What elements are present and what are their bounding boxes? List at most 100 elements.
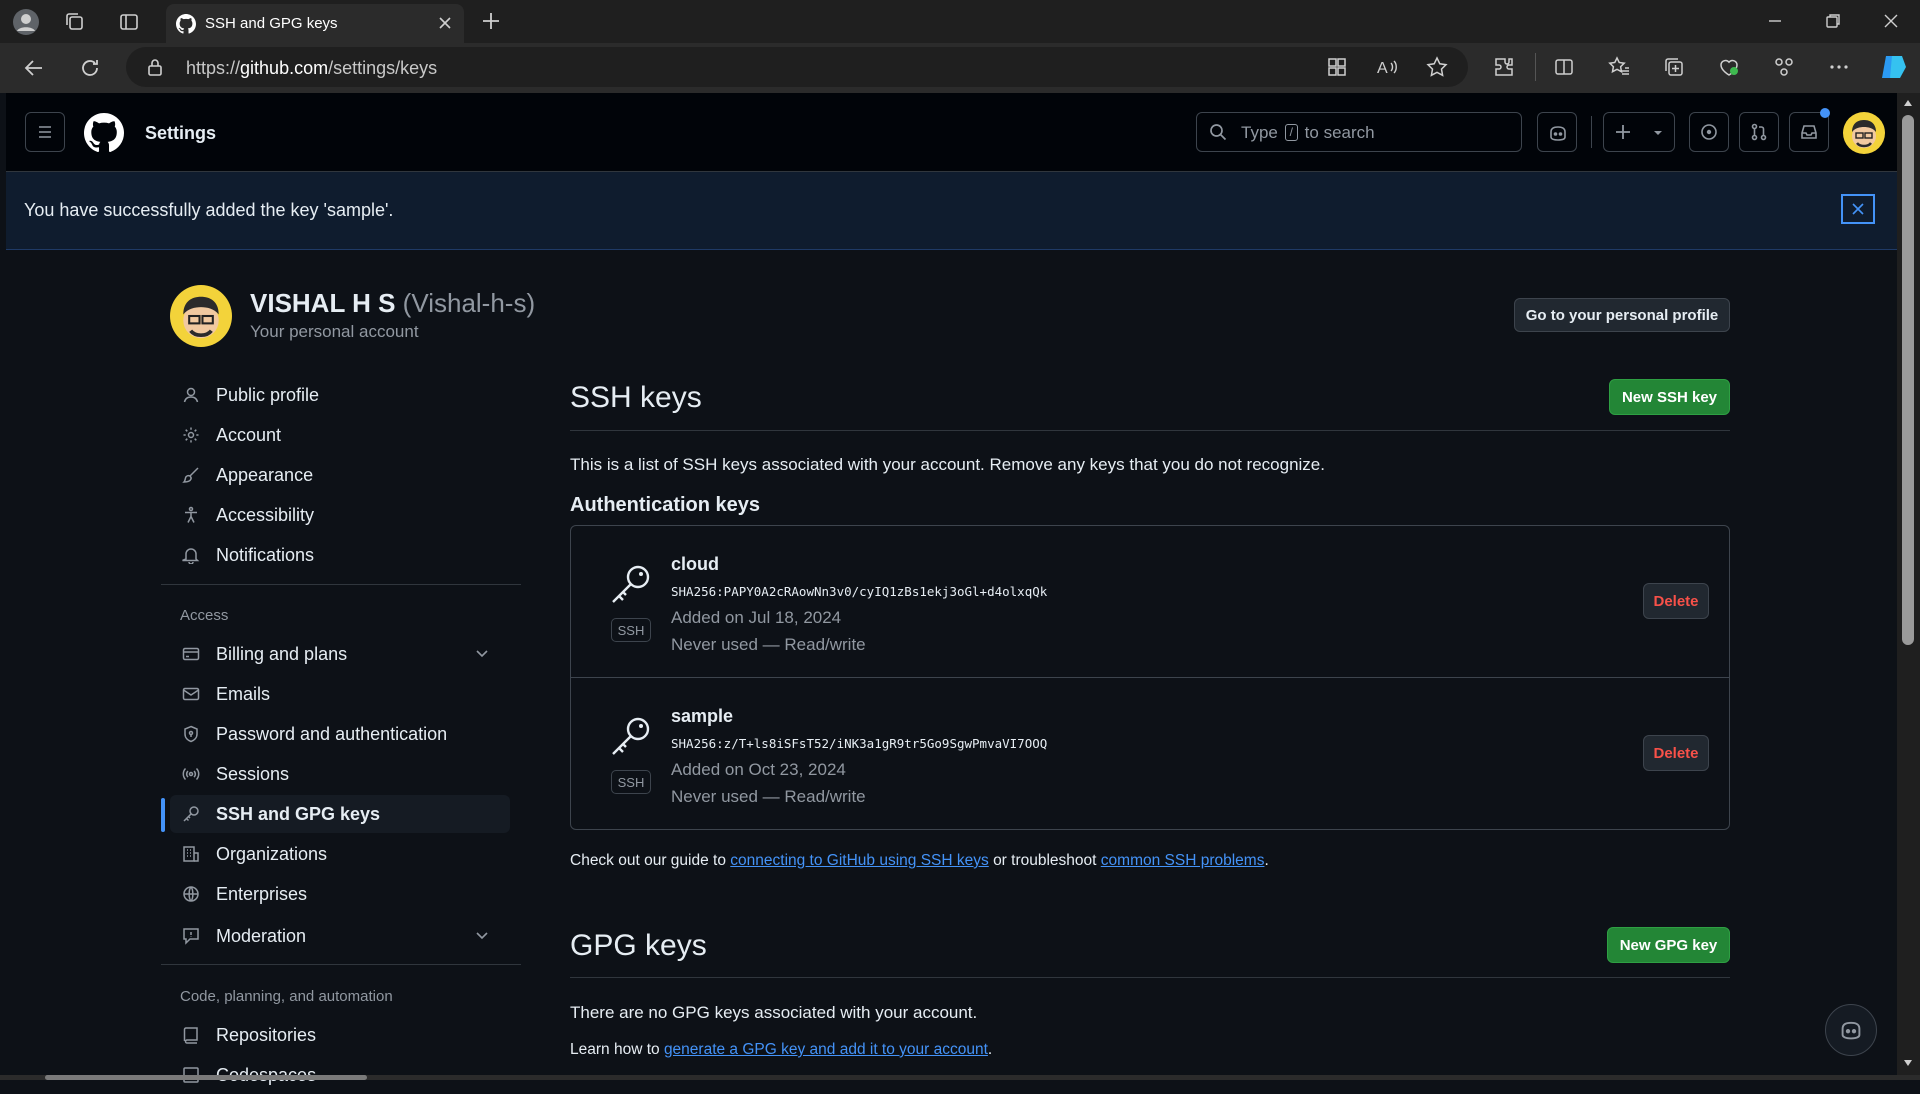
create-new-button[interactable] [1603, 112, 1675, 152]
key-icon [609, 562, 653, 606]
close-tab-icon[interactable] [436, 14, 454, 32]
scroll-down-icon [1904, 1060, 1912, 1066]
sidebar-item-sessions[interactable]: Sessions [170, 755, 510, 793]
flash-message: You have successfully added the key 'sam… [24, 200, 394, 220]
profile-subtitle: Your personal account [250, 322, 419, 341]
caret-down-icon [1654, 131, 1662, 135]
sidebar-item-ssh-gpg-keys[interactable]: SSH and GPG keys [170, 795, 510, 833]
gpg-heading-divider [570, 977, 1730, 978]
chevron-down-icon[interactable] [474, 927, 490, 943]
inbox-button[interactable] [1789, 108, 1830, 152]
browser-essentials-icon[interactable] [1718, 56, 1740, 78]
repo-icon [180, 1024, 202, 1046]
new-ssh-key-button[interactable]: New SSH key [1609, 379, 1730, 415]
copilot-icon [1841, 1021, 1861, 1040]
scrollbar-thumb[interactable] [1902, 115, 1914, 645]
gpg-learn-text: Learn how to generate a GPG key and add … [570, 1041, 993, 1058]
url-text: https://github.com/settings/keys [186, 58, 438, 78]
copilot-button[interactable] [1537, 112, 1577, 152]
back-icon[interactable] [22, 56, 46, 80]
horizontal-scrollbar[interactable] [0, 1075, 1920, 1080]
sidebar-item-account[interactable]: Account [170, 416, 510, 454]
issues-button[interactable] [1689, 112, 1729, 152]
scroll-up-icon [1904, 100, 1912, 106]
profile-icon[interactable] [12, 8, 40, 36]
tab-ssh-gpg-keys[interactable]: SSH and GPG keys [166, 4, 464, 43]
key-title: cloud [671, 554, 719, 574]
address-bar[interactable]: https://github.com/settings/keys A [126, 47, 1468, 87]
person-icon [180, 384, 202, 406]
restore-icon[interactable] [1824, 12, 1842, 30]
close-window-icon[interactable] [1882, 12, 1900, 30]
sidebar-item-public-profile[interactable]: Public profile [170, 376, 510, 414]
go-to-profile-button[interactable]: Go to your personal profile [1514, 298, 1730, 332]
page-scrollbar[interactable] [1897, 93, 1920, 1080]
new-gpg-key-button[interactable]: New GPG key [1607, 927, 1730, 963]
ssh-description: This is a list of SSH keys associated wi… [570, 455, 1325, 474]
flash-close-button[interactable] [1841, 194, 1875, 224]
ssh-key-row: SSH sample SHA256:z/T+ls8iSFsT52/iNK3a1g… [571, 678, 1729, 828]
search-input[interactable]: Type / to search [1196, 112, 1522, 152]
pull-requests-button[interactable] [1739, 112, 1779, 152]
sidebar-heading-code: Code, planning, and automation [180, 988, 393, 1005]
ssh-problems-link[interactable]: common SSH problems [1101, 852, 1265, 869]
sidebar-divider [161, 964, 521, 965]
delete-key-button[interactable]: Delete [1643, 735, 1709, 771]
sidebar-item-billing[interactable]: Billing and plans [170, 635, 510, 673]
share-icon[interactable] [1773, 56, 1795, 78]
collections-icon[interactable] [1663, 56, 1685, 78]
active-indicator [161, 798, 165, 832]
delete-key-button[interactable]: Delete [1643, 583, 1709, 619]
sidebar-item-moderation[interactable]: Moderation [170, 917, 510, 955]
extensions-icon[interactable] [1493, 56, 1515, 78]
header-title[interactable]: Settings [145, 123, 216, 144]
sidebar-item-repositories[interactable]: Repositories [170, 1016, 510, 1054]
key-icon [180, 803, 202, 825]
github-favicon-icon [176, 14, 196, 34]
mail-icon [180, 683, 202, 705]
copilot-browser-icon[interactable] [1878, 52, 1908, 82]
profile-name[interactable]: VISHAL H S (Vishal-h-s) [250, 288, 535, 319]
search-placeholder: Type / to search [1241, 123, 1375, 142]
sidebar-item-password-auth[interactable]: Password and authentication [170, 715, 510, 753]
sidebar-item-accessibility[interactable]: Accessibility [170, 496, 510, 534]
key-added-date: Added on Jul 18, 2024 [671, 608, 842, 627]
credit-card-icon [180, 643, 202, 665]
sidebar-item-appearance[interactable]: Appearance [170, 456, 510, 494]
sidebar-heading-access: Access [180, 607, 229, 624]
sidebar-item-emails[interactable]: Emails [170, 675, 510, 713]
split-screen-icon[interactable] [1553, 56, 1575, 78]
sidebar-item-organizations[interactable]: Organizations [170, 835, 510, 873]
refresh-icon[interactable] [78, 56, 102, 80]
workspaces-icon[interactable] [64, 11, 86, 33]
svg-text:A: A [1377, 60, 1388, 77]
menu-button[interactable] [25, 112, 65, 152]
ssh-badge: SSH [611, 770, 651, 794]
key-title: sample [671, 706, 734, 726]
favorites-icon[interactable] [1608, 56, 1630, 78]
read-aloud-icon[interactable]: A [1376, 56, 1400, 78]
gpg-learn-link[interactable]: generate a GPG key and add it to your ac… [664, 1041, 988, 1058]
avatar[interactable] [1843, 112, 1885, 154]
close-icon [1852, 203, 1864, 215]
ssh-guide-link[interactable]: connecting to GitHub using SSH keys [730, 852, 988, 869]
gpg-keys-heading: GPG keys [570, 929, 707, 962]
profile-avatar[interactable] [170, 285, 232, 347]
lock-icon[interactable] [146, 57, 164, 77]
sidebar-item-notifications[interactable]: Notifications [170, 536, 510, 574]
organization-icon [180, 843, 202, 865]
more-options-icon[interactable] [1828, 56, 1850, 78]
apps-icon[interactable] [1326, 56, 1348, 78]
sidebar-item-enterprises[interactable]: Enterprises [170, 875, 510, 913]
new-tab-icon[interactable] [480, 10, 502, 32]
tab-actions-icon[interactable] [118, 11, 140, 33]
ssh-key-list: SSH cloud SHA256:PAPY0A2cRAowNn3v0/cyIQ1… [570, 525, 1730, 830]
favorite-star-icon[interactable] [1426, 56, 1448, 78]
copilot-chat-button[interactable] [1825, 1004, 1877, 1056]
ssh-badge: SSH [611, 618, 651, 642]
tab-title: SSH and GPG keys [205, 15, 338, 32]
github-logo-icon[interactable] [84, 113, 124, 153]
chevron-down-icon[interactable] [474, 645, 490, 661]
accessibility-icon [180, 504, 202, 526]
minimize-icon[interactable] [1766, 12, 1784, 30]
